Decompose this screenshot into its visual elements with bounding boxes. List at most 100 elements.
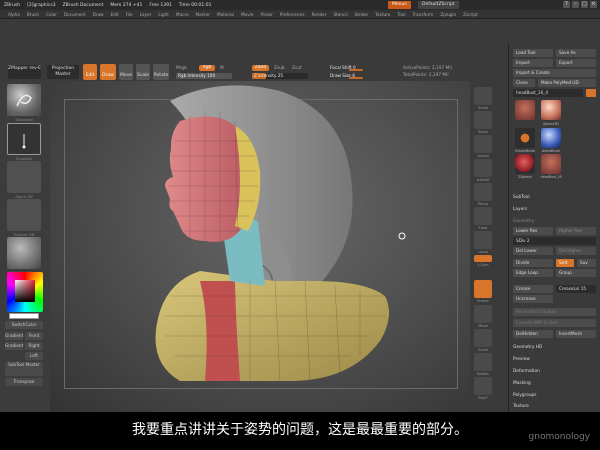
import-create-button[interactable]: Import & Create bbox=[513, 69, 596, 77]
move-view-button[interactable] bbox=[474, 305, 492, 323]
left-button[interactable]: Left bbox=[25, 352, 43, 360]
local-button[interactable] bbox=[474, 231, 492, 249]
help-icon[interactable]: ? bbox=[563, 1, 570, 8]
scale-view-button[interactable] bbox=[474, 329, 492, 347]
preview-section[interactable]: Preview bbox=[513, 357, 530, 362]
tool-thumbnail-sphere[interactable] bbox=[515, 154, 535, 174]
current-tool-name[interactable]: headBust_16_4 bbox=[513, 89, 583, 97]
move-button[interactable]: Move bbox=[119, 64, 133, 80]
export-button[interactable]: Export bbox=[556, 59, 596, 67]
creaselvl-slider[interactable]: CreaseLvl 15 bbox=[556, 285, 596, 293]
rgb-toggle[interactable]: Rgb bbox=[199, 65, 215, 71]
texture-section[interactable]: Texture bbox=[513, 404, 529, 409]
minimize-icon[interactable]: – bbox=[572, 1, 579, 8]
color-saturation-square[interactable] bbox=[15, 280, 35, 302]
switchcolor-button[interactable]: SwitchColor bbox=[5, 321, 43, 329]
close-icon[interactable]: × bbox=[590, 1, 597, 8]
scroll-button[interactable] bbox=[474, 87, 492, 105]
menu-stroke[interactable]: Stroke bbox=[355, 12, 368, 17]
menu-transform[interactable]: Transform bbox=[412, 12, 433, 17]
geometry-hd-section[interactable]: Geometry HD bbox=[513, 345, 542, 350]
del-higher-button[interactable]: Del Higher bbox=[556, 247, 596, 255]
brush-thumbnail[interactable] bbox=[7, 84, 41, 116]
menu-texture[interactable]: Texture bbox=[375, 12, 390, 17]
stroke-thumbnail[interactable] bbox=[7, 123, 41, 155]
z-intensity-slider[interactable]: Z Intensity 25 bbox=[252, 73, 308, 79]
transpose-button[interactable]: Transpose bbox=[5, 378, 43, 386]
menu-light[interactable]: Light bbox=[158, 12, 168, 17]
lsym-button[interactable] bbox=[474, 255, 492, 262]
del-lower-button[interactable]: Del Lower bbox=[513, 247, 553, 255]
group-toggle[interactable]: Group bbox=[556, 269, 596, 277]
menus-button[interactable]: Menus bbox=[388, 1, 411, 9]
menu-document[interactable]: Document bbox=[64, 12, 86, 17]
maximize-icon[interactable]: □ bbox=[581, 1, 588, 8]
suv-toggle[interactable]: Suv bbox=[577, 259, 596, 267]
menu-layer[interactable]: Layer bbox=[140, 12, 152, 17]
front-button[interactable]: Front bbox=[25, 332, 43, 340]
zcut-toggle[interactable]: Zcut bbox=[292, 66, 302, 71]
menu-material[interactable]: Material bbox=[217, 12, 234, 17]
persp-button[interactable] bbox=[474, 183, 492, 201]
actual-button[interactable] bbox=[474, 135, 492, 153]
menu-alpha[interactable]: Alpha bbox=[8, 12, 20, 17]
sdiv-slider[interactable]: SDiv 2 bbox=[513, 237, 596, 245]
rotate-button[interactable]: Rotate bbox=[153, 64, 169, 80]
mrgb-toggle[interactable]: Mrgb bbox=[176, 66, 187, 71]
head-bust-model[interactable] bbox=[50, 81, 470, 412]
reconstruct-subdiv-button[interactable]: Reconstruct Subdiv bbox=[513, 308, 596, 316]
edge-loop-button[interactable]: Edge Loop bbox=[513, 269, 553, 277]
tool-thumbnail-cylinder[interactable] bbox=[541, 128, 561, 148]
rgb-intensity-slider[interactable]: Rgb Intensity 100 bbox=[176, 73, 232, 79]
edit-button[interactable]: Edit bbox=[83, 64, 97, 80]
floor-button[interactable] bbox=[474, 207, 492, 225]
gradient-button-2[interactable]: Gradient bbox=[5, 342, 23, 350]
menu-movie[interactable]: Movie bbox=[241, 12, 253, 17]
right-button[interactable]: Right bbox=[25, 342, 43, 350]
subtool-section[interactable]: SubTool bbox=[513, 195, 530, 200]
zoom-button[interactable] bbox=[474, 111, 492, 129]
alpha-thumbnail[interactable] bbox=[7, 161, 41, 193]
layers-section[interactable]: Layers bbox=[513, 207, 527, 212]
scale-button[interactable]: Scale bbox=[136, 64, 150, 80]
tool-thumbnail-sphere3d[interactable] bbox=[541, 100, 561, 120]
make-polymesh-button[interactable]: Make PolyMesh3D bbox=[538, 79, 596, 87]
import-button[interactable]: Import bbox=[513, 59, 553, 67]
higher-res-button[interactable]: Higher Res bbox=[556, 227, 596, 235]
menu-macro[interactable]: Macro bbox=[176, 12, 189, 17]
default-zscript-button[interactable]: DefaultZScript bbox=[418, 1, 459, 9]
menu-tool[interactable]: Tool bbox=[397, 12, 405, 17]
lower-res-button[interactable]: Lower Res bbox=[513, 227, 553, 235]
geometry-section[interactable]: Geometry bbox=[513, 219, 534, 224]
menu-brush[interactable]: Brush bbox=[27, 12, 39, 17]
clone-button[interactable]: Clone bbox=[513, 79, 535, 87]
projection-master-button[interactable]: Projection Master bbox=[47, 65, 79, 79]
focal-shift-slider[interactable]: Focal Shift 0 bbox=[328, 65, 370, 71]
polygroups-section[interactable]: Polygroups bbox=[513, 393, 537, 398]
gradient-button[interactable]: Gradient bbox=[5, 332, 23, 340]
insert-mesh-button[interactable]: InsertMesh bbox=[556, 330, 596, 338]
draw-button[interactable]: Draw bbox=[100, 64, 116, 80]
aahalf-button[interactable] bbox=[474, 159, 492, 177]
draw-size-slider[interactable]: Draw Size 8 bbox=[328, 73, 370, 79]
menu-stencil[interactable]: Stencil bbox=[333, 12, 347, 17]
subtool-master-button[interactable]: SubTool Master bbox=[5, 362, 43, 376]
menu-draw[interactable]: Draw bbox=[93, 12, 104, 17]
tool-thumbnail-headbust[interactable] bbox=[515, 100, 535, 120]
menu-edit[interactable]: Edit bbox=[111, 12, 119, 17]
material-thumbnail[interactable] bbox=[7, 237, 41, 269]
del-hidden-button[interactable]: DelHidden bbox=[513, 330, 553, 338]
load-tool-button[interactable]: Load Tool bbox=[513, 49, 553, 57]
color-swatch[interactable] bbox=[9, 313, 39, 319]
texture-thumbnail[interactable] bbox=[7, 199, 41, 231]
menu-zplugin[interactable]: Zplugin bbox=[440, 12, 456, 17]
menu-render[interactable]: Render bbox=[312, 12, 327, 17]
menu-zscript[interactable]: Zscript bbox=[463, 12, 478, 17]
crease-button[interactable]: Crease bbox=[513, 285, 553, 293]
polyf-button[interactable] bbox=[474, 377, 492, 395]
menu-file[interactable]: File bbox=[126, 12, 133, 17]
zadd-toggle[interactable]: Zadd bbox=[252, 65, 269, 71]
zmapper-button[interactable]: ZMapper rev-E bbox=[8, 65, 41, 79]
frame-button[interactable] bbox=[474, 280, 492, 298]
masking-section[interactable]: Masking bbox=[513, 381, 531, 386]
